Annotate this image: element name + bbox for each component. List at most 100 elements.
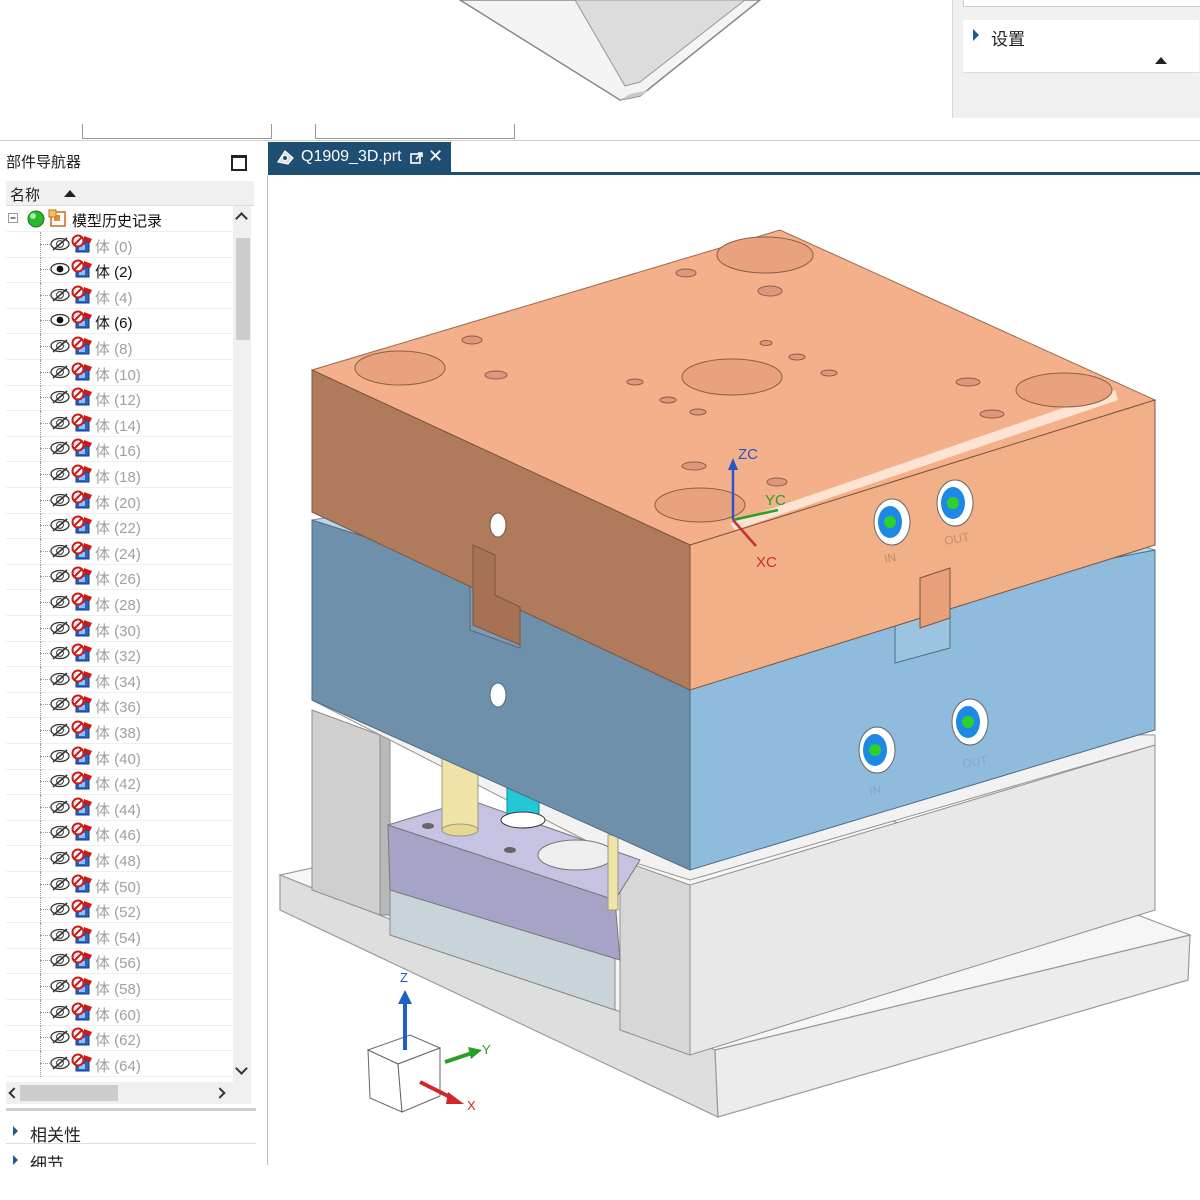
eye-hidden-icon[interactable] — [50, 544, 70, 558]
collapse-up-icon[interactable] — [1155, 57, 1167, 64]
tree-item-body[interactable]: 体 (8) — [6, 334, 232, 360]
body-feature-icon — [71, 1002, 92, 1021]
tree-item-label: 体 (14) — [95, 418, 141, 435]
tree-item-body[interactable]: 体 (30) — [6, 616, 232, 642]
tree-item-body[interactable]: 体 (54) — [6, 923, 232, 949]
eye-hidden-icon[interactable] — [50, 646, 70, 660]
eye-hidden-icon[interactable] — [50, 390, 70, 404]
maximize-icon[interactable] — [231, 155, 247, 171]
tree-connector — [40, 641, 41, 667]
scroll-right-icon[interactable] — [214, 1087, 226, 1099]
tree-item-body[interactable]: 体 (48) — [6, 846, 232, 872]
eye-hidden-icon[interactable] — [50, 877, 70, 891]
tree-root-model-history[interactable]: 模型历史记录 — [6, 206, 232, 232]
tree-item-body[interactable]: 体 (0) — [6, 232, 232, 258]
eye-hidden-icon[interactable] — [50, 902, 70, 916]
tree-item-body[interactable]: 体 (32) — [6, 641, 232, 667]
file-tab[interactable]: Q1909_3D.prt ✕ — [268, 142, 451, 172]
tree-item-body[interactable]: 体 (64) — [6, 1051, 232, 1077]
tree-item-body[interactable]: 体 (14) — [6, 411, 232, 437]
scroll-up-icon[interactable] — [235, 212, 248, 225]
divider — [6, 1108, 256, 1111]
tree-item-body[interactable]: 体 (36) — [6, 692, 232, 718]
eye-hidden-icon[interactable] — [50, 979, 70, 993]
eye-hidden-icon[interactable] — [50, 1056, 70, 1070]
eye-hidden-icon[interactable] — [50, 851, 70, 865]
tree-item-body[interactable]: 体 (26) — [6, 564, 232, 590]
eye-hidden-icon[interactable] — [50, 749, 70, 763]
tree-item-body[interactable]: 体 (46) — [6, 820, 232, 846]
tree-item-body[interactable]: 体 (40) — [6, 744, 232, 770]
scroll-thumb[interactable] — [20, 1085, 118, 1101]
eye-hidden-icon[interactable] — [50, 1030, 70, 1044]
eye-hidden-icon[interactable] — [50, 569, 70, 583]
eye-hidden-icon[interactable] — [50, 697, 70, 711]
tree-item-body[interactable]: 体 (34) — [6, 667, 232, 693]
tree-item-body[interactable]: 体 (56) — [6, 948, 232, 974]
tree-item-body[interactable]: 体 (6) — [6, 308, 232, 334]
tree-item-body[interactable]: 体 (10) — [6, 360, 232, 386]
scroll-down-icon[interactable] — [235, 1062, 248, 1075]
tree-item-body[interactable]: 体 (52) — [6, 897, 232, 923]
tree-item-body[interactable]: 体 (60) — [6, 1000, 232, 1026]
eye-hidden-icon[interactable] — [50, 237, 70, 251]
tree-item-body[interactable]: 体 (12) — [6, 385, 232, 411]
axis-label-zc: ZC — [738, 446, 758, 463]
tree-item-body[interactable]: 体 (28) — [6, 590, 232, 616]
eye-hidden-icon[interactable] — [50, 365, 70, 379]
tree-connector — [40, 960, 50, 961]
eye-hidden-icon[interactable] — [50, 518, 70, 532]
eye-hidden-icon[interactable] — [50, 774, 70, 788]
eye-hidden-icon[interactable] — [50, 441, 70, 455]
popout-icon[interactable] — [410, 151, 424, 165]
eye-visible-icon[interactable] — [50, 262, 70, 276]
tree-item-body[interactable]: 体 (20) — [6, 488, 232, 514]
collapse-minus-icon[interactable] — [8, 213, 19, 224]
horizontal-scrollbar[interactable] — [6, 1082, 251, 1104]
collapse-bar[interactable] — [963, 50, 1199, 73]
scroll-left-icon[interactable] — [8, 1087, 20, 1099]
tree-item-body[interactable]: 体 (16) — [6, 436, 232, 462]
eye-hidden-icon[interactable] — [50, 467, 70, 481]
tree-item-body[interactable]: 体 (22) — [6, 513, 232, 539]
tree-item-label: 体 (28) — [95, 597, 141, 614]
eye-hidden-icon[interactable] — [50, 1005, 70, 1019]
tree-item-body[interactable]: 体 (42) — [6, 769, 232, 795]
eye-visible-icon[interactable] — [50, 313, 70, 327]
eye-hidden-icon[interactable] — [50, 621, 70, 635]
eye-hidden-icon[interactable] — [50, 672, 70, 686]
tree-item-body[interactable]: 体 (4) — [6, 283, 232, 309]
eye-hidden-icon[interactable] — [50, 953, 70, 967]
eye-hidden-icon[interactable] — [50, 493, 70, 507]
tree-connector — [40, 397, 50, 398]
eye-hidden-icon[interactable] — [50, 339, 70, 353]
tree-connector — [40, 884, 50, 885]
tree-item-body[interactable]: 体 (2) — [6, 257, 232, 283]
eye-hidden-icon[interactable] — [50, 800, 70, 814]
graphics-viewport[interactable]: IN OUT IN OUT ZC YC XC Z Y X — [268, 175, 1200, 1175]
section-dependencies[interactable]: 相关性 — [6, 1119, 256, 1145]
eye-hidden-icon[interactable] — [50, 825, 70, 839]
tree-item-body[interactable]: 体 (44) — [6, 795, 232, 821]
scroll-thumb[interactable] — [236, 238, 250, 340]
eye-hidden-icon[interactable] — [50, 723, 70, 737]
eye-hidden-icon[interactable] — [50, 416, 70, 430]
column-header-name[interactable]: 名称 — [6, 181, 254, 206]
eye-hidden-icon[interactable] — [50, 928, 70, 942]
close-icon[interactable]: ✕ — [428, 146, 443, 167]
tree-item-body[interactable]: 体 (58) — [6, 974, 232, 1000]
tree-item-body[interactable]: 体 (50) — [6, 872, 232, 898]
tree-item-body[interactable]: 体 (62) — [6, 1025, 232, 1051]
settings-section[interactable]: 设置 — [963, 20, 1199, 51]
eye-hidden-icon[interactable] — [50, 595, 70, 609]
eye-hidden-icon[interactable] — [50, 288, 70, 302]
part-navigator: 部件导航器 名称 模型历史记录 体 (0) 体 (2) 体 (4) 体 (6) 体 (8… — [0, 145, 262, 1167]
section-details[interactable]: 细节 — [6, 1148, 256, 1167]
tree-connector — [40, 1012, 50, 1013]
vertical-scrollbar[interactable] — [233, 206, 251, 1082]
tree-item-body[interactable]: 体 (24) — [6, 539, 232, 565]
body-feature-icon — [71, 336, 92, 355]
tree-item-body[interactable]: 体 (38) — [6, 718, 232, 744]
tree-item-body[interactable]: 体 (18) — [6, 462, 232, 488]
body-feature-icon — [71, 746, 92, 765]
